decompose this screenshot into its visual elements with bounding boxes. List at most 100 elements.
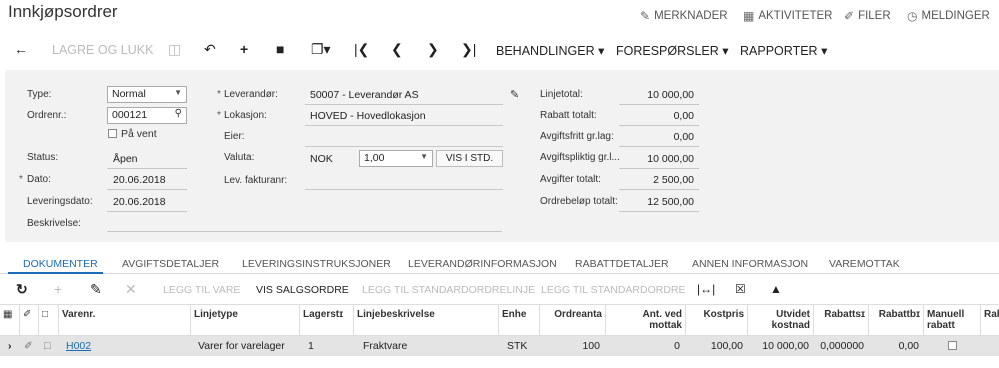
legg-til-standardordrelinje-button[interactable]: LEGG TIL STANDARDORDRELINJE [362, 284, 535, 296]
rabattbelop-cell[interactable]: 0,00 [869, 340, 919, 352]
tab-varemottak[interactable]: VAREMOTTAK [829, 258, 900, 270]
ordrenr-input[interactable]: 000121 ⚲ [107, 107, 187, 124]
chevron-down-icon: ▾ [821, 44, 828, 58]
activities-label: AKTIVITETER [758, 10, 833, 22]
upload-icon[interactable]: ▲ [770, 282, 782, 296]
tab-annen-informasjon[interactable]: ANNEN INFORMASJON [692, 258, 808, 270]
col-rabattsats[interactable]: Rabattsɪ [814, 305, 869, 336]
col-rab[interactable]: Rab [981, 305, 999, 336]
valuta-value[interactable]: NOK [310, 153, 333, 165]
linjetype-cell[interactable]: Varer for varelager [198, 340, 285, 352]
export-excel-icon[interactable]: ☒ [735, 282, 746, 296]
search-icon[interactable]: ⚲ [175, 108, 182, 119]
notes-link[interactable]: ✎ MERKNADER [640, 9, 728, 23]
col-varenr[interactable]: Varenr. [59, 305, 191, 336]
menu-foresporsler[interactable]: FORESPØRSLER ▾ [616, 43, 729, 58]
chevron-down-icon: ▾ [722, 44, 729, 58]
undo-icon[interactable]: ↶ [204, 41, 216, 58]
manuell-rabatt-checkbox[interactable] [948, 341, 957, 350]
tab-avgiftsdetaljer[interactable]: AVGIFTSDETALJER [122, 258, 219, 270]
tab-dokumenter[interactable]: DOKUMENTER [23, 258, 98, 270]
messages-label: MELDINGER [921, 10, 990, 22]
last-record-icon[interactable]: ❯| [461, 41, 476, 58]
activities-link[interactable]: ▦ AKTIVITETER [743, 9, 832, 23]
notes-label: MERKNADER [654, 10, 728, 22]
add-icon[interactable]: + [240, 41, 248, 57]
col-enhet[interactable]: Enhe [499, 305, 540, 336]
eier-input[interactable] [305, 146, 503, 147]
delete-icon[interactable]: ■ [276, 41, 284, 57]
table-row[interactable]: › ✐ □ H002 Varer for varelager 1 Fraktva… [0, 336, 999, 356]
edit-note-icon: ✎ [640, 9, 651, 23]
ordrebelop-label: Ordrebeløp totalt: [540, 196, 618, 207]
lev-fakturanr-input[interactable] [305, 189, 503, 190]
menu-rapporter-label: RAPPORTER [740, 44, 818, 58]
tab-leverandorinformasjon[interactable]: LEVERANDØRINFORMASJON [408, 258, 557, 270]
leveringsdato-value[interactable]: 20.06.2018 [113, 196, 166, 208]
delete-row-icon[interactable]: ✕ [125, 281, 137, 298]
edit-icon[interactable]: ✎ [510, 88, 519, 101]
col-utvidet-kostnad[interactable]: Utvidet kostnad [748, 305, 814, 336]
add-row-icon[interactable]: + [54, 281, 62, 297]
type-select[interactable]: Normal ▼ [107, 86, 187, 103]
beskrivelse-cell[interactable]: Fraktvare [363, 340, 407, 352]
back-arrow-icon[interactable]: ← [14, 41, 28, 57]
col-ordreantall[interactable]: Ordreanta [540, 305, 606, 336]
tab-leveringsinstruksjoner[interactable]: LEVERINGSINSTRUKSJONER [242, 258, 391, 270]
utvidet-kostnad-cell[interactable]: 10 000,00 [748, 340, 809, 352]
col-linjetype[interactable]: Linjetype [191, 305, 300, 336]
settings-icon[interactable]: ▦ [0, 305, 20, 336]
previous-record-icon[interactable]: ❮ [391, 41, 403, 58]
menu-behandlinger-label: BEHANDLINGER [496, 44, 595, 58]
dato-label: Dato: [27, 174, 51, 185]
col-linjebeskrivelse[interactable]: Linjebeskrivelse [354, 305, 499, 336]
col-rabattbelop[interactable]: Rabattbɪ [869, 305, 924, 336]
next-record-icon[interactable]: ❯ [427, 41, 439, 58]
save-icon[interactable]: ◫ [168, 41, 181, 58]
edit-icon[interactable]: ✎ [90, 281, 102, 298]
vis-salgsordre-button[interactable]: VIS SALGSORDRE [256, 284, 349, 296]
files-label: FILER [858, 10, 891, 22]
required-marker: * [217, 89, 221, 100]
kostpris-cell[interactable]: 100,00 [686, 340, 743, 352]
lokasjon-value[interactable]: HOVED - Hovedlokasjon [310, 110, 426, 122]
row-expand-icon[interactable]: › [8, 340, 12, 352]
alarm-icon: ◷ [907, 9, 918, 23]
legg-til-standardordre-button[interactable]: LEGG TIL STANDARDORDRE [541, 284, 686, 296]
note-icon[interactable]: □ [44, 340, 50, 352]
lager-cell[interactable]: 1 [308, 340, 314, 352]
files-link[interactable]: ✐ FILER [844, 9, 891, 23]
attachment-icon[interactable]: ✐ [24, 340, 33, 352]
paperclip-icon: ✐ [844, 9, 855, 23]
legg-til-vare-button[interactable]: LEGG TIL VARE [163, 284, 240, 296]
beskrivelse-input[interactable] [107, 231, 502, 232]
copy-icon[interactable]: ❐▾ [311, 41, 331, 58]
dato-value[interactable]: 20.06.2018 [113, 174, 166, 186]
paa-vent-checkbox[interactable] [108, 129, 117, 138]
messages-link[interactable]: ◷ MELDINGER [907, 9, 990, 23]
ordreantall-cell[interactable]: 100 [540, 340, 600, 352]
save-close-button[interactable]: LAGRE OG LUKK [52, 43, 153, 57]
rabatt-totalt-value: 0,00 [673, 110, 694, 122]
fit-columns-icon[interactable]: |↔| [697, 282, 715, 296]
col-manuell-rabatt[interactable]: Manuell rabatt [924, 305, 981, 336]
tab-rabattdetaljer[interactable]: RABATTDETALJER [575, 258, 669, 270]
kurs-select[interactable]: 1,00 ▼ [359, 150, 433, 167]
ordrenr-value: 000121 [112, 109, 148, 121]
col-kostpris[interactable]: Kostpris [686, 305, 748, 336]
grid-toolbar: ↻ + ✎ ✕ LEGG TIL VARE VIS SALGSORDRE LEG… [0, 279, 999, 301]
rabattsats-cell[interactable]: 0,000000 [814, 340, 864, 352]
menu-rapporter[interactable]: RAPPORTER ▾ [740, 43, 827, 58]
enhet-cell[interactable]: STK [507, 340, 527, 352]
lokasjon-label: Lokasjon: [224, 110, 267, 121]
menu-behandlinger[interactable]: BEHANDLINGER ▾ [496, 43, 604, 58]
first-record-icon[interactable]: |❮ [354, 41, 369, 58]
lev-fakturanr-label: Lev. fakturanr: [224, 175, 288, 186]
col-ant-mottak[interactable]: Ant. ved mottak [606, 305, 686, 336]
required-marker: * [217, 110, 221, 121]
varenr-link[interactable]: H002 [66, 340, 91, 352]
col-lager[interactable]: Lagerstɪ [300, 305, 354, 336]
leverandor-value[interactable]: 50007 - Leverandør AS [310, 89, 419, 101]
vis-i-std-button[interactable]: VIS I STD. [436, 150, 503, 167]
refresh-icon[interactable]: ↻ [16, 281, 28, 298]
